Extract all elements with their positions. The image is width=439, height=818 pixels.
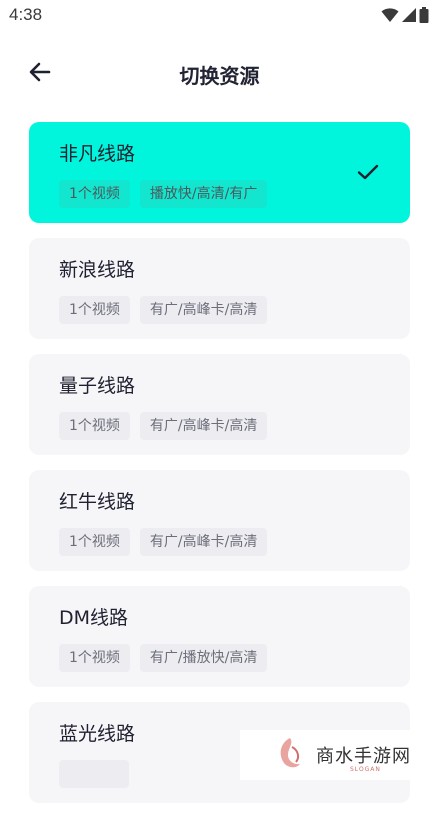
source-list: 非凡线路 1个视频 播放快/高清/有广 新浪线路 1个视频 有广/高峰卡/高清 … (29, 122, 410, 818)
source-tags: 1个视频 有广/播放快/高清 (59, 644, 410, 672)
watermark-logo-icon (280, 738, 300, 768)
source-item-dm[interactable]: DM线路 1个视频 有广/播放快/高清 (29, 586, 410, 687)
header: 切换资源 (0, 48, 439, 96)
video-count-tag: 1个视频 (59, 412, 130, 440)
wifi-icon (381, 8, 399, 22)
source-desc-tag: 播放快/高清/有广 (139, 180, 268, 208)
source-desc-tag: 有广/高峰卡/高清 (139, 296, 268, 324)
source-name: 红牛线路 (59, 491, 136, 513)
source-name: DM线路 (59, 607, 129, 629)
battery-icon (419, 7, 429, 23)
video-count-tag: 1个视频 (59, 528, 130, 556)
status-time: 4:38 (9, 5, 43, 24)
video-count-tag: 1个视频 (59, 644, 130, 672)
watermark: 商水手游网 SLOGAN (240, 730, 439, 780)
page-title: 切换资源 (179, 64, 260, 88)
source-name: 量子线路 (59, 375, 136, 397)
status-bar: 4:38 (0, 0, 439, 30)
signal-icon (402, 8, 416, 22)
video-count-tag (59, 760, 129, 788)
source-desc-tag: 有广/高峰卡/高清 (139, 412, 268, 440)
source-name: 新浪线路 (59, 259, 136, 281)
source-tags: 1个视频 有广/高峰卡/高清 (59, 412, 410, 440)
source-desc-tag: 有广/高峰卡/高清 (139, 528, 268, 556)
check-icon (357, 164, 379, 180)
source-desc-tag: 有广/播放快/高清 (139, 644, 268, 672)
source-item-liangzi[interactable]: 量子线路 1个视频 有广/高峰卡/高清 (29, 354, 410, 455)
source-tags: 1个视频 有广/高峰卡/高清 (59, 296, 410, 324)
video-count-tag: 1个视频 (59, 180, 130, 208)
watermark-subtext: SLOGAN (350, 766, 381, 773)
watermark-text: 商水手游网 (316, 746, 411, 767)
video-count-tag: 1个视频 (59, 296, 130, 324)
source-tags: 1个视频 有广/高峰卡/高清 (59, 528, 410, 556)
source-tags: 1个视频 播放快/高清/有广 (59, 180, 410, 208)
source-item-feifan[interactable]: 非凡线路 1个视频 播放快/高清/有广 (29, 122, 410, 223)
status-icons (381, 7, 429, 23)
source-item-hongniu[interactable]: 红牛线路 1个视频 有广/高峰卡/高清 (29, 470, 410, 571)
source-item-xinlang[interactable]: 新浪线路 1个视频 有广/高峰卡/高清 (29, 238, 410, 339)
